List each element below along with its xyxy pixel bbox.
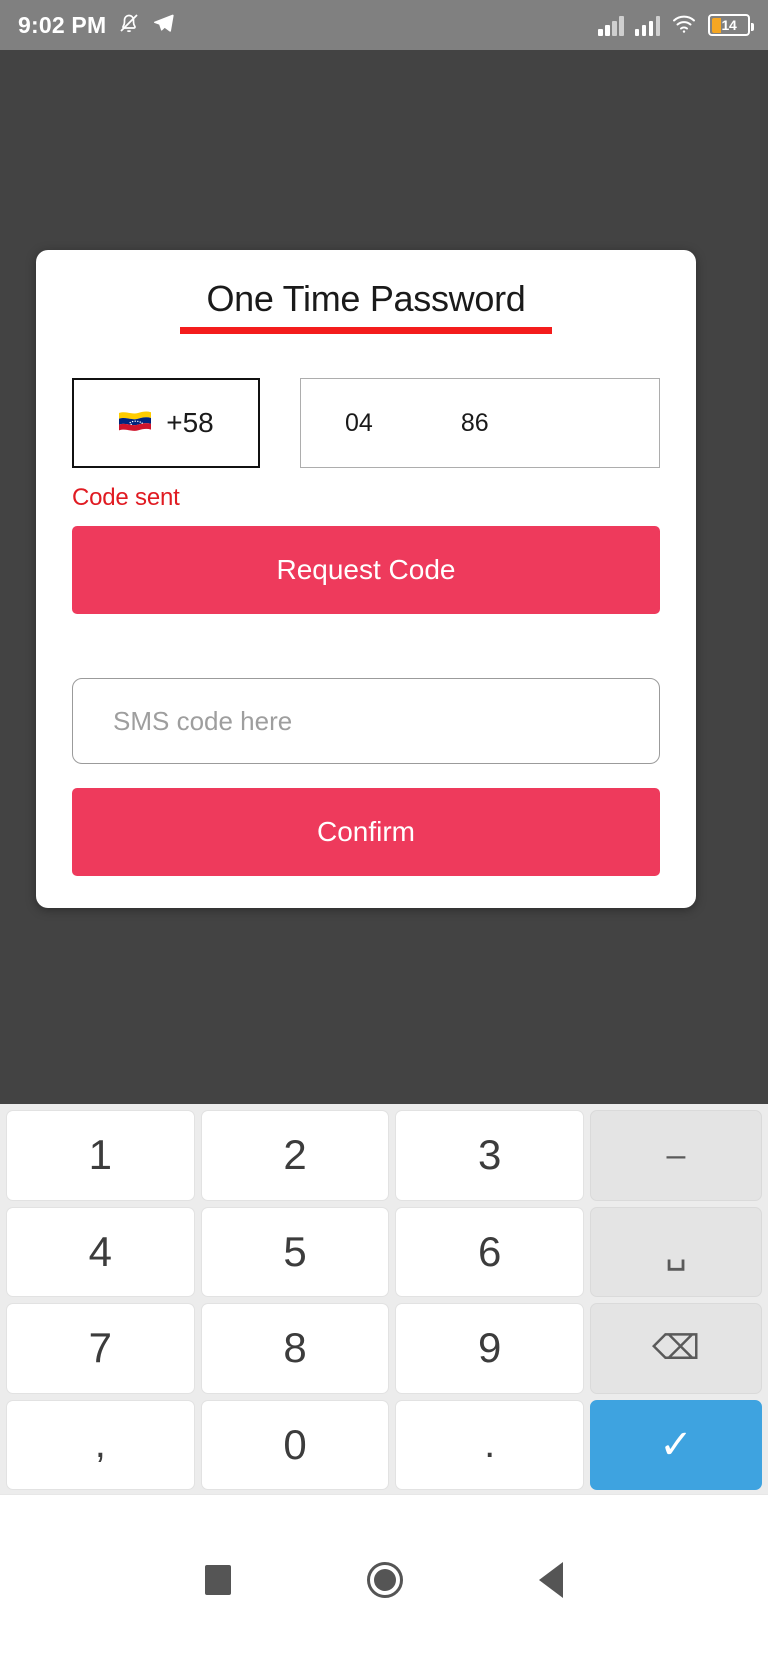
key-3[interactable]: 3 bbox=[395, 1110, 585, 1201]
key-comma[interactable]: , bbox=[6, 1399, 195, 1490]
request-code-button[interactable]: Request Code bbox=[72, 526, 660, 614]
key-7[interactable]: 7 bbox=[6, 1303, 195, 1394]
numeric-keyboard: 1 2 3–4 5 6 ␣ 7 8 9 ⌫, 0. ✓ bbox=[0, 1104, 768, 1494]
keyboard-row-1: 1 2 3– bbox=[6, 1110, 763, 1201]
signal-bars-icon-1 bbox=[598, 14, 624, 36]
app-background-scrim: One Time Password +58 04 86 Code sent Re… bbox=[0, 50, 768, 1104]
key-enter[interactable]: ✓ bbox=[590, 1399, 763, 1490]
otp-dialog: One Time Password +58 04 86 Code sent Re… bbox=[36, 250, 696, 908]
flag-venezuela-icon bbox=[118, 408, 152, 438]
key-space[interactable]: ␣ bbox=[590, 1206, 763, 1297]
status-bar-left: 9:02 PM bbox=[18, 11, 176, 40]
battery-level: 14 bbox=[721, 17, 737, 33]
key-0[interactable]: 0 bbox=[200, 1399, 390, 1490]
phone-number-suffix: 86 bbox=[460, 408, 489, 437]
phone-entry-row: +58 04 86 bbox=[72, 378, 660, 468]
circle-home-icon[interactable] bbox=[367, 1561, 403, 1598]
status-bar: 9:02 PM 14 bbox=[0, 0, 768, 50]
signal-bars-icon-2 bbox=[634, 14, 660, 36]
key-8[interactable]: 8 bbox=[200, 1303, 390, 1394]
key-5[interactable]: 5 bbox=[200, 1206, 390, 1297]
key-period[interactable]: . bbox=[395, 1399, 585, 1490]
key-9[interactable]: 9 bbox=[395, 1303, 585, 1394]
telegram-send-icon bbox=[152, 11, 176, 40]
android-nav-bar bbox=[0, 1494, 768, 1664]
confirm-button[interactable]: Confirm bbox=[72, 788, 660, 876]
title-underline bbox=[180, 327, 552, 334]
key-6[interactable]: 6 bbox=[395, 1206, 585, 1297]
battery-icon: 14 bbox=[708, 14, 754, 36]
keyboard-row-2: 4 5 6 ␣ bbox=[6, 1206, 763, 1297]
square-recents-icon[interactable] bbox=[205, 1564, 231, 1595]
key-1[interactable]: 1 bbox=[6, 1110, 195, 1201]
phone-number-prefix: 04 bbox=[345, 408, 373, 437]
phone-number-input[interactable]: 04 86 bbox=[300, 378, 660, 468]
triangle-back-icon[interactable] bbox=[539, 1561, 563, 1598]
keyboard-row-4: , 0. ✓ bbox=[6, 1399, 763, 1490]
key-4[interactable]: 4 bbox=[6, 1206, 195, 1297]
bell-muted-icon bbox=[117, 11, 141, 40]
sms-code-input[interactable] bbox=[72, 678, 660, 764]
keyboard-row-3: 7 8 9 ⌫ bbox=[6, 1303, 763, 1394]
key-backspace[interactable]: ⌫ bbox=[590, 1303, 763, 1394]
status-bar-right: 14 bbox=[598, 12, 754, 39]
status-clock: 9:02 PM bbox=[18, 11, 107, 38]
country-dial-code: +58 bbox=[166, 407, 214, 438]
status-message: Code sent bbox=[72, 484, 180, 511]
dialog-title: One Time Password bbox=[206, 278, 526, 319]
key-dash[interactable]: – bbox=[590, 1110, 763, 1201]
wifi-icon bbox=[671, 12, 697, 39]
key-2[interactable]: 2 bbox=[200, 1110, 390, 1201]
country-code-selector[interactable]: +58 bbox=[72, 378, 260, 468]
